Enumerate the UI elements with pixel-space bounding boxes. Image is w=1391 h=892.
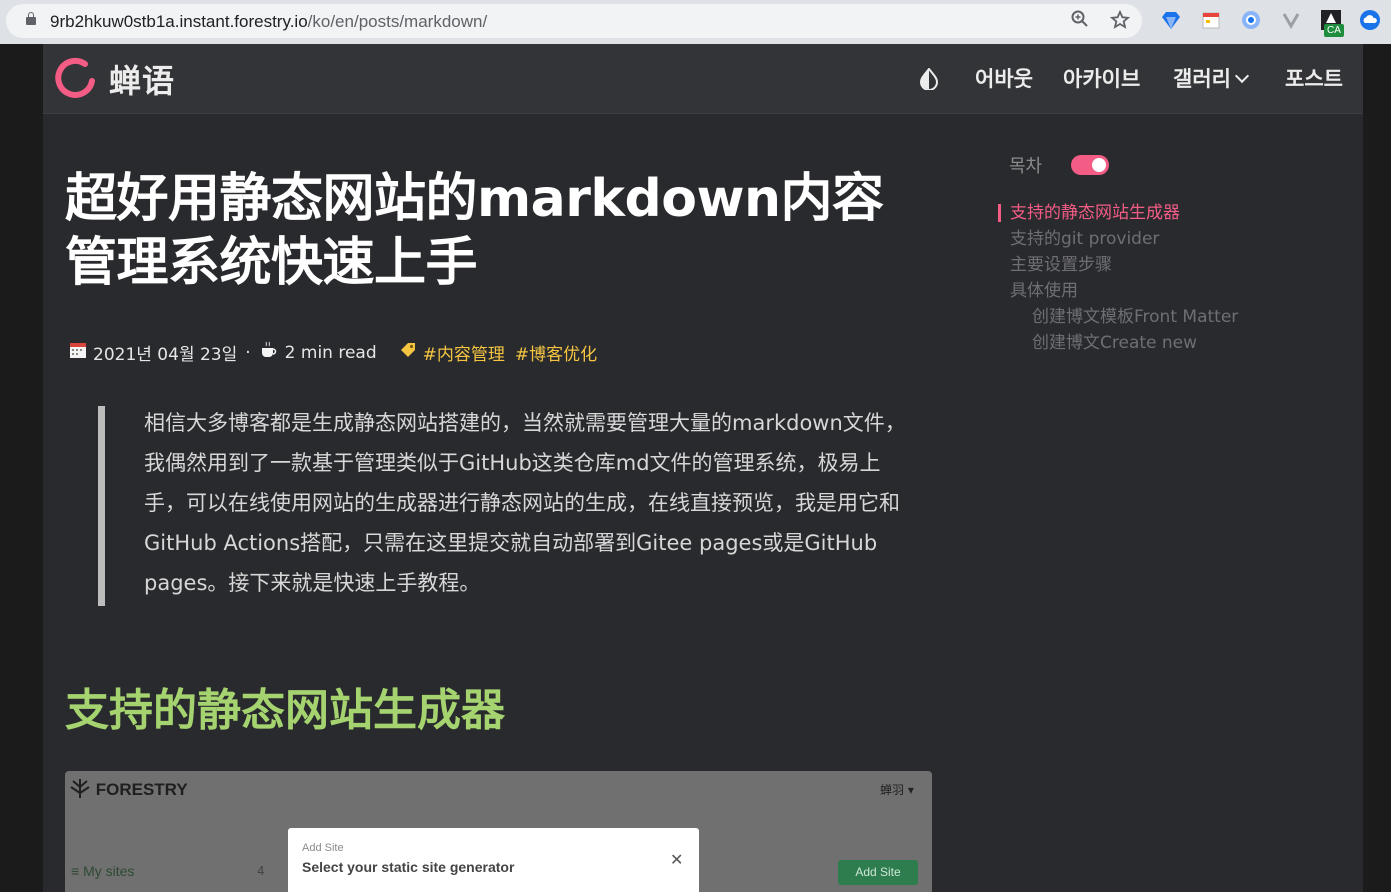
meta-separator: · xyxy=(245,342,251,363)
intro-blockquote: 相信大多博客都是生成静态网站搭建的，当然就需要管理大量的markdown文件，我… xyxy=(98,406,925,606)
site-header: 蝉语 어바웃 아카이브 갤러리 포스트 xyxy=(43,44,1363,114)
extension-v-icon[interactable] xyxy=(1280,9,1302,31)
my-sites-label: My sites xyxy=(83,863,135,879)
toc-toggle[interactable] xyxy=(1071,155,1109,175)
extension-cloud-icon[interactable] xyxy=(1359,9,1381,31)
add-site-modal: Add Site Select your static site generat… xyxy=(288,828,699,892)
forestry-screenshot: FORESTRY 蝉羽 ▾ ≡ My sites 4 Add Site Sele… xyxy=(65,771,932,892)
address-bar[interactable]: 9rb2hkuw0stb1a.instant.forestry.io/ko/en… xyxy=(6,4,1142,38)
post-date: 2021년 04월 23일 xyxy=(93,345,238,365)
sites-count: 4 xyxy=(257,864,265,878)
tag-icon xyxy=(399,341,417,364)
forestry-user-menu: 蝉羽 ▾ xyxy=(880,783,914,797)
bookmark-star-icon[interactable] xyxy=(1109,9,1131,32)
add-site-button: Add Site xyxy=(838,860,918,885)
intro-text: 相信大多博客都是生成静态网站搭建的，当然就需要管理大量的markdown文件，我… xyxy=(144,411,906,595)
tag-link[interactable]: #博客优化 xyxy=(515,340,597,365)
extension-badge: CA xyxy=(1324,24,1344,37)
modal-title: Select your static site generator xyxy=(302,859,515,875)
toggle-knob xyxy=(1092,158,1106,172)
coffee-icon xyxy=(259,341,279,364)
modal-subtitle: Add Site xyxy=(302,842,344,854)
nav-gallery[interactable]: 갤러리 xyxy=(1173,63,1250,93)
extension-circle-icon[interactable] xyxy=(1240,9,1262,31)
toc-item[interactable]: 具体使用 xyxy=(998,278,1358,304)
forestry-brand: FORESTRY xyxy=(69,777,188,800)
section-heading: 支持的静态网站生成器 xyxy=(65,685,505,736)
lock-icon[interactable] xyxy=(26,12,36,25)
forestry-name: FORESTRY xyxy=(95,780,188,799)
url-text[interactable]: 9rb2hkuw0stb1a.instant.forestry.io/ko/en… xyxy=(50,12,487,32)
toc-item[interactable]: 支持的git provider xyxy=(998,226,1358,252)
page: 蝉语 어바웃 아카이브 갤러리 포스트 超好用静态网站的markdown内容管理… xyxy=(43,44,1363,892)
my-sites-link: ≡ My sites xyxy=(71,863,135,879)
toc-subitem[interactable]: 创建博文模板Front Matter xyxy=(998,304,1358,330)
nav-gallery-label: 갤러리 xyxy=(1173,67,1231,91)
calendar-icon xyxy=(69,341,87,364)
nav-posts[interactable]: 포스트 xyxy=(1285,63,1343,93)
url-path: /ko/en/posts/markdown/ xyxy=(307,12,488,31)
url-host: 9rb2hkuw0stb1a.instant.forestry.io xyxy=(50,12,308,31)
nav-archive[interactable]: 아카이브 xyxy=(1063,63,1140,93)
toc-subitem[interactable]: 创建博文Create new xyxy=(998,330,1358,356)
nav-about[interactable]: 어바웃 xyxy=(975,63,1033,93)
extension-diamond-icon[interactable] xyxy=(1160,9,1182,31)
toc-item[interactable]: 主要设置步骤 xyxy=(998,252,1358,278)
post-meta: 2021년 04월 23일 · 2 min read #内容管理 #博客优化 xyxy=(69,340,597,365)
browser-toolbar: 9rb2hkuw0stb1a.instant.forestry.io/ko/en… xyxy=(0,0,1391,44)
forestry-logo-icon xyxy=(70,779,90,798)
close-icon: ✕ xyxy=(670,850,684,869)
zoom-icon[interactable] xyxy=(1069,10,1091,32)
tag-link[interactable]: #内容管理 xyxy=(423,340,505,365)
site-brand[interactable]: 蝉语 xyxy=(109,56,175,102)
chevron-down-icon xyxy=(1234,68,1250,84)
toc-label: 목차 xyxy=(1009,156,1043,177)
read-time: 2 min read xyxy=(284,342,377,363)
extension-calendar-icon[interactable] xyxy=(1200,9,1222,31)
theme-toggle-icon[interactable] xyxy=(918,67,940,91)
toc-item[interactable]: 支持的静态网站生成器 xyxy=(998,200,1358,226)
post-title: 超好用静态网站的markdown内容管理系统快速上手 xyxy=(65,169,884,293)
logo-ring-icon[interactable] xyxy=(55,57,97,99)
toc-list: 支持的静态网站生成器 支持的git provider 主要设置步骤 具体使用 创… xyxy=(998,200,1358,356)
